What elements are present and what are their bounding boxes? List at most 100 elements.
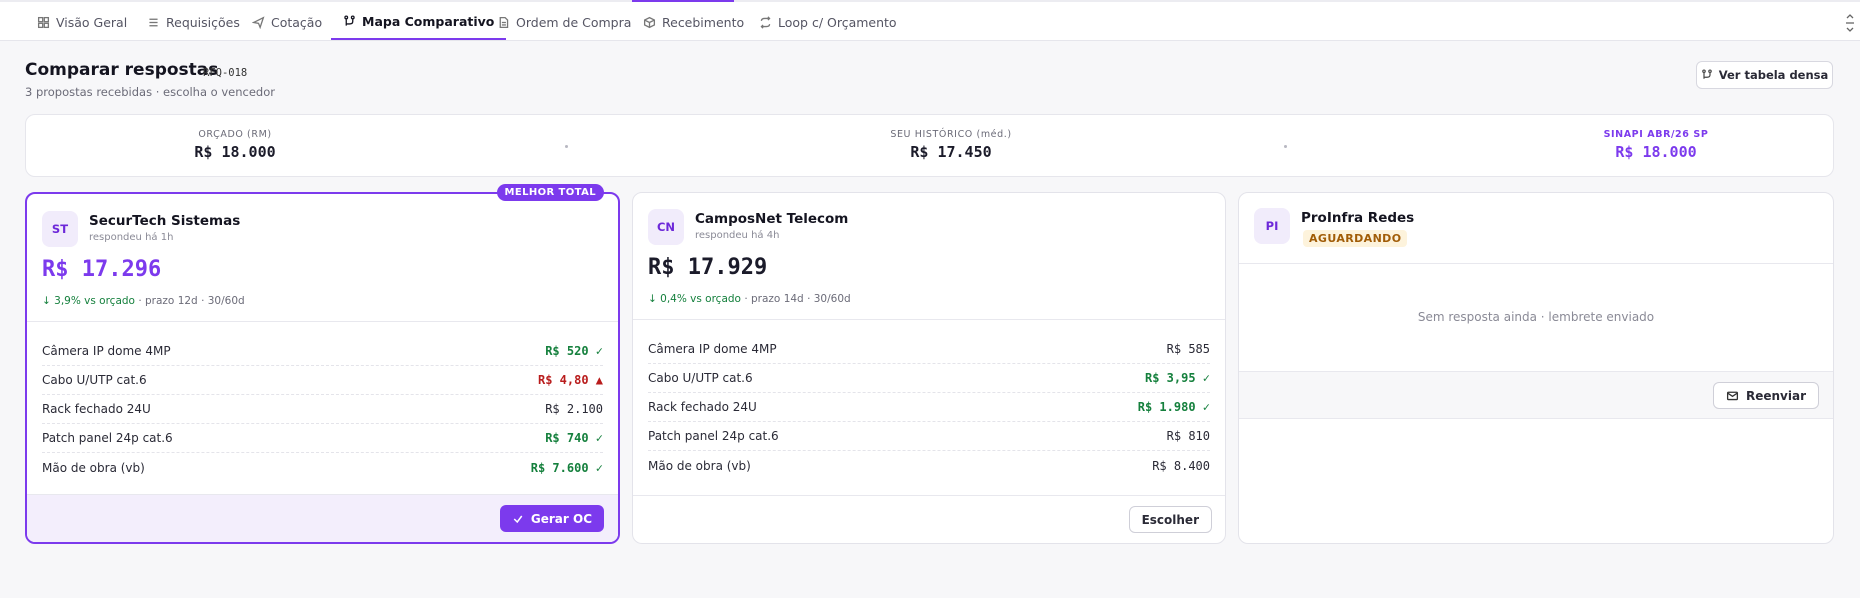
item-name: Mão de obra (vb) — [42, 460, 145, 475]
delivery-term: · prazo 12d — [138, 295, 198, 307]
stat-value: R$ 17.450 — [910, 143, 992, 161]
loop-icon — [760, 15, 771, 29]
list-item: Mão de obra (vb) R$ 7.600 ✓ — [42, 453, 603, 482]
grid-icon — [37, 16, 50, 28]
tab-recebimento[interactable]: Recebimento — [643, 4, 744, 40]
resend-button[interactable]: Reenviar — [1712, 382, 1819, 409]
item-name: Câmera IP dome 4MP — [42, 344, 171, 358]
divider — [27, 321, 618, 322]
list-icon — [149, 18, 158, 26]
page-subtitle: 3 propostas recebidas · escolha o venced… — [25, 85, 275, 99]
item-price: R$ 2.100 — [545, 402, 603, 416]
document-icon — [499, 16, 509, 28]
item-price: R$ 7.600 ✓ — [530, 460, 603, 475]
proposal-meta: ↓ 3,9% vs orçado · prazo 12d · 30/60d — [42, 295, 245, 307]
status-badge: AGUARDANDO — [1303, 230, 1408, 247]
best-total-badge: MELHOR TOTAL — [496, 184, 604, 201]
item-price: R$ 3,95 ✓ — [1144, 371, 1210, 385]
divider — [1239, 263, 1833, 264]
item-name: Cabo U/UTP cat.6 — [648, 371, 753, 385]
choose-button[interactable]: Escolher — [1128, 506, 1212, 533]
supplier-name: SecurTech Sistemas — [89, 213, 241, 229]
generate-po-label: Gerar OC — [530, 511, 592, 526]
compare-icon — [1701, 69, 1712, 79]
item-price: R$ 740 ✓ — [545, 431, 603, 445]
item-name: Cabo U/UTP cat.6 — [42, 373, 147, 387]
stat-orcado: ORÇADO (RM) R$ 18.000 — [130, 129, 340, 161]
card-footer: Escolher — [633, 495, 1225, 543]
page-title: Comparar respostas — [25, 60, 219, 80]
card-footer: Gerar OC — [27, 494, 618, 542]
delivery-term: · prazo 14d — [744, 293, 804, 305]
list-item: Mão de obra (vb) R$ 8.400 — [648, 451, 1210, 480]
tab-visao-geral[interactable]: Visão Geral — [37, 4, 127, 40]
tab-label: Requisições — [166, 14, 240, 30]
stat-sinapi: SINAPI ABR/26 SP R$ 18.000 — [1536, 129, 1776, 161]
mail-icon — [1726, 391, 1739, 401]
tab-loop-orcamento[interactable]: Loop c/ Orçamento — [759, 4, 897, 40]
dense-table-label: Ver tabela densa — [1718, 68, 1829, 82]
proposal-card-camposnet: CN CamposNet Telecom respondeu há 4h R$ … — [632, 192, 1226, 544]
stat-label: SEU HISTÓRICO (méd.) — [890, 129, 1012, 140]
card-footer: Reenviar — [1239, 371, 1833, 419]
list-item: Patch panel 24p cat.6 R$ 810 — [648, 422, 1210, 451]
item-price: R$ 520 ✓ — [545, 344, 603, 358]
tab-cotacao[interactable]: Cotação — [252, 4, 322, 40]
supplier-name: CamposNet Telecom — [695, 211, 849, 227]
stat-value: R$ 18.000 — [194, 143, 276, 161]
payment-term: · 30/60d — [201, 295, 245, 307]
proposal-card-proinfra: PI ProInfra Redes AGUARDANDO Sem respost… — [1238, 192, 1834, 544]
stat-label: ORÇADO (RM) — [198, 129, 272, 140]
generate-po-button[interactable]: Gerar OC — [499, 505, 604, 532]
scroll-arrows-icon[interactable] — [1844, 12, 1856, 34]
stat-label: SINAPI ABR/26 SP — [1603, 129, 1709, 140]
item-name: Mão de obra (vb) — [648, 458, 751, 473]
item-name: Rack fechado 24U — [42, 402, 151, 416]
package-icon — [643, 16, 656, 28]
resend-label: Reenviar — [1745, 388, 1806, 403]
budget-stats-bar: ORÇADO (RM) R$ 18.000 SEU HISTÓRICO (méd… — [25, 114, 1834, 177]
item-name: Patch panel 24p cat.6 — [42, 431, 173, 445]
tab-requisicoes[interactable]: Requisições — [147, 4, 240, 40]
item-name: Patch panel 24p cat.6 — [648, 429, 779, 443]
proposal-total: R$ 17.296 — [42, 257, 162, 282]
item-price: R$ 810 — [1166, 429, 1210, 443]
tab-mapa-comparativo[interactable]: Mapa Comparativo — [331, 4, 507, 40]
tab-label: Mapa Comparativo — [362, 13, 495, 29]
item-name: Câmera IP dome 4MP — [648, 342, 777, 356]
send-icon — [252, 15, 265, 29]
empty-state-message: Sem resposta ainda · lembrete enviado — [1417, 310, 1655, 324]
stat-value: R$ 18.000 — [1615, 143, 1697, 161]
supplier-avatar: ST — [42, 211, 78, 247]
dense-table-button[interactable]: Ver tabela densa — [1696, 61, 1833, 89]
supplier-avatar: PI — [1254, 208, 1290, 244]
budget-delta: ↓ 0,4% vs orçado — [648, 293, 741, 305]
item-price: R$ 585 — [1166, 342, 1210, 356]
divider — [633, 319, 1225, 320]
list-item: Rack fechado 24U R$ 2.100 — [42, 395, 603, 424]
item-price: R$ 4,80 ▲ — [537, 373, 603, 387]
tab-ordem-de-compra[interactable]: Ordem de Compra — [497, 4, 631, 40]
proposal-total: R$ 17.929 — [648, 255, 768, 280]
response-time: respondeu há 4h — [695, 230, 780, 241]
item-name: Rack fechado 24U — [648, 400, 757, 414]
tab-label: Recebimento — [662, 14, 745, 30]
payment-term: · 30/60d — [807, 293, 851, 305]
tab-label: Loop c/ Orçamento — [778, 14, 897, 30]
budget-delta: ↓ 3,9% vs orçado — [42, 295, 135, 307]
list-item: Rack fechado 24U R$ 1.980 ✓ — [648, 393, 1210, 422]
proposal-card-securtech: MELHOR TOTAL ST SecurTech Sistemas respo… — [25, 184, 620, 544]
tab-label: Cotação — [271, 14, 323, 30]
separator-dot — [1284, 145, 1287, 148]
item-price: R$ 8.400 — [1152, 458, 1210, 473]
response-time: respondeu há 1h — [89, 232, 174, 243]
rfq-code: RFQ-018 — [203, 67, 248, 79]
stat-historico: SEU HISTÓRICO (méd.) R$ 17.450 — [826, 129, 1076, 161]
tab-label: Ordem de Compra — [516, 14, 632, 30]
choose-label: Escolher — [1141, 512, 1199, 527]
list-item: Câmera IP dome 4MP R$ 520 ✓ — [42, 337, 603, 366]
check-icon — [513, 515, 523, 523]
tab-label: Visão Geral — [56, 14, 128, 30]
item-price: R$ 1.980 ✓ — [1137, 400, 1210, 414]
top-navigation: Visão Geral Requisições Cotação Mapa Com… — [0, 0, 1860, 41]
